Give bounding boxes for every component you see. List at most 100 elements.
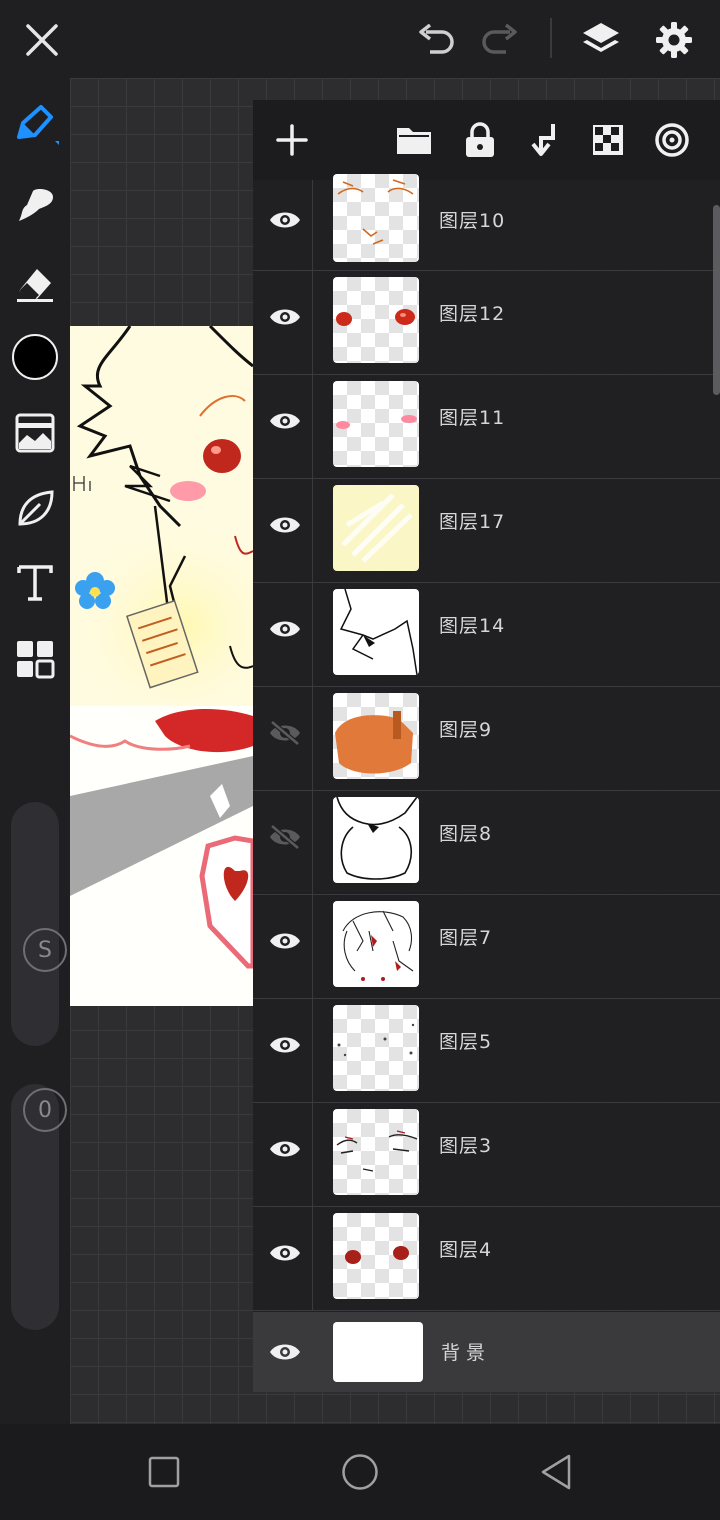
layer-thumbnail xyxy=(333,277,419,363)
layer-name: 图层12 xyxy=(439,303,506,325)
layer-row[interactable]: 图层9 xyxy=(253,687,720,791)
eye-icon xyxy=(270,933,300,949)
layer-thumbnail xyxy=(333,1005,419,1091)
eye-icon xyxy=(270,309,300,325)
recents-icon xyxy=(148,1456,180,1488)
layer-name: 图层4 xyxy=(439,1239,493,1261)
layer-name: 图层8 xyxy=(439,823,493,845)
layer-row[interactable]: 图层5 xyxy=(253,999,720,1103)
color-swatch[interactable] xyxy=(8,330,62,384)
lock-icon xyxy=(466,122,494,157)
layer-name: 图层17 xyxy=(439,511,506,533)
undo-button[interactable] xyxy=(410,14,462,66)
background-layer-row[interactable]: 背景 xyxy=(253,1312,720,1392)
row-divider xyxy=(312,375,313,479)
layer-thumbnail xyxy=(333,693,419,779)
row-divider xyxy=(312,687,313,791)
row-divider xyxy=(312,583,313,687)
brush-tool[interactable] xyxy=(8,98,62,152)
smudge-tool[interactable] xyxy=(8,178,62,232)
eye-icon xyxy=(270,212,300,228)
redo-button[interactable] xyxy=(474,14,526,66)
artwork-canvas[interactable] xyxy=(70,326,253,1006)
visibility-toggle[interactable] xyxy=(259,499,311,551)
top-bar xyxy=(0,0,720,78)
layer-row[interactable]: 图层12 xyxy=(253,271,720,375)
visibility-toggle[interactable] xyxy=(259,1123,311,1175)
visibility-toggle[interactable] xyxy=(259,707,311,759)
layer-name: 图层10 xyxy=(439,210,506,232)
text-tool[interactable] xyxy=(8,556,62,610)
text-icon xyxy=(17,565,53,601)
home-icon xyxy=(342,1454,378,1490)
leaf-icon xyxy=(18,490,54,526)
visibility-toggle[interactable] xyxy=(259,395,311,447)
eye-icon xyxy=(270,1344,300,1360)
row-divider xyxy=(312,895,313,999)
left-toolbar: S 0 xyxy=(0,78,70,1424)
lasso-tool[interactable] xyxy=(8,482,62,536)
toolbar-divider xyxy=(550,18,552,58)
opacity-slider-label: 0 xyxy=(23,1088,67,1132)
layer-row[interactable]: 图层4 xyxy=(253,1207,720,1311)
settings-button[interactable] xyxy=(648,14,700,66)
folder-button[interactable] xyxy=(388,114,440,166)
row-divider xyxy=(312,180,313,271)
row-divider xyxy=(312,1207,313,1311)
background-layer-name: 背景 xyxy=(441,1342,492,1364)
close-button[interactable] xyxy=(16,14,68,66)
visibility-toggle[interactable] xyxy=(259,811,311,863)
layer-row[interactable]: 图层14 xyxy=(253,583,720,687)
layer-row[interactable]: 图层3 xyxy=(253,1103,720,1207)
blend-mode-button[interactable] xyxy=(646,114,698,166)
add-layer-icon xyxy=(276,124,308,156)
eye-icon xyxy=(270,517,300,533)
row-divider xyxy=(312,999,313,1103)
layers-scrollbar[interactable] xyxy=(713,205,720,395)
add-layer-button[interactable] xyxy=(266,114,318,166)
visibility-toggle[interactable] xyxy=(259,915,311,967)
eraser-tool[interactable] xyxy=(8,256,62,310)
eraser-icon xyxy=(17,269,53,302)
brush-size-slider[interactable]: S xyxy=(11,802,67,1046)
brush-opacity-slider[interactable]: 0 xyxy=(11,1084,67,1330)
layer-name: 图层3 xyxy=(439,1135,493,1157)
smudge-icon xyxy=(19,189,53,221)
eye-off-icon xyxy=(270,824,300,850)
background-thumbnail xyxy=(333,1322,423,1382)
back-button[interactable] xyxy=(526,1444,586,1500)
brush-icon xyxy=(17,105,59,145)
layer-thumbnail xyxy=(333,174,419,262)
visibility-toggle[interactable] xyxy=(259,1019,311,1071)
visibility-toggle[interactable] xyxy=(259,603,311,655)
layer-name: 图层11 xyxy=(439,407,506,429)
visibility-toggle[interactable] xyxy=(259,194,311,246)
redo-icon xyxy=(482,24,517,54)
layer-row[interactable]: 图层8 xyxy=(253,791,720,895)
current-color-circle xyxy=(12,334,58,380)
row-divider xyxy=(312,1103,313,1207)
visibility-toggle[interactable] xyxy=(259,1326,311,1378)
layer-thumbnail xyxy=(333,485,419,571)
eye-icon xyxy=(270,621,300,637)
home-button[interactable] xyxy=(330,1444,390,1500)
layers-panel-header xyxy=(253,100,720,180)
lock-button[interactable] xyxy=(454,114,506,166)
adjust-tool[interactable] xyxy=(8,406,62,460)
layers-button[interactable] xyxy=(575,14,627,66)
layers-panel: 图层10 图层12 图层11 图层17 图层14 图层9 图层8 图层7 图层5… xyxy=(253,100,720,1392)
merge-down-icon xyxy=(531,124,555,156)
visibility-toggle[interactable] xyxy=(259,291,311,343)
layer-row[interactable]: 图层17 xyxy=(253,479,720,583)
layer-row[interactable]: 图层10 xyxy=(253,174,720,271)
folder-icon xyxy=(397,128,431,154)
layer-row[interactable]: 图层11 xyxy=(253,375,720,479)
visibility-toggle[interactable] xyxy=(259,1227,311,1279)
merge-down-button[interactable] xyxy=(518,114,570,166)
alpha-lock-button[interactable] xyxy=(582,114,634,166)
grid-tool[interactable] xyxy=(8,632,62,686)
layer-row[interactable]: 图层7 xyxy=(253,895,720,999)
eye-icon xyxy=(270,1245,300,1261)
recents-button[interactable] xyxy=(134,1444,194,1500)
layer-name: 图层9 xyxy=(439,719,493,741)
